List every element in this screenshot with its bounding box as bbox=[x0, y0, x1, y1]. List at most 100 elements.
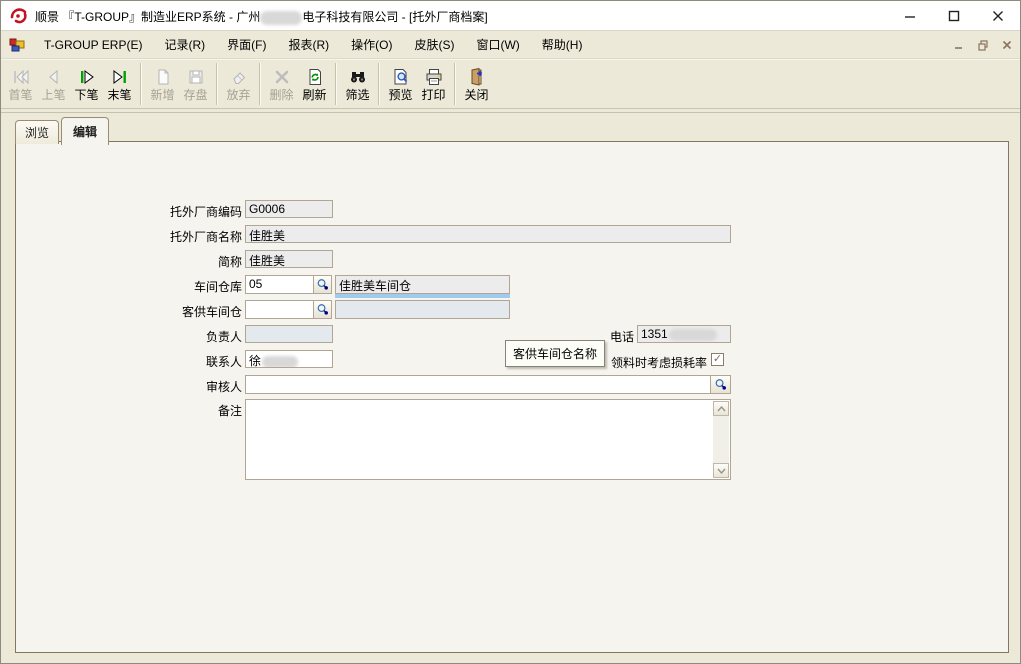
app-window: 顺景 『T-GROUP』制造业ERP系统 - 广州电子科技有限公司 - [托外厂… bbox=[0, 0, 1021, 664]
magnifier-icon bbox=[714, 378, 727, 391]
customer-workshop-label: 客供车间仓 bbox=[22, 303, 242, 320]
tab-edit[interactable]: 编辑 bbox=[61, 117, 109, 145]
discard-button: 放弃 bbox=[223, 61, 254, 107]
print-button[interactable]: 打印 bbox=[418, 61, 449, 107]
toolbar-separator bbox=[378, 63, 380, 105]
redacted-contact-name bbox=[262, 356, 298, 368]
auditor-field[interactable] bbox=[245, 375, 731, 394]
vendor-name-field[interactable]: 佳胜美 bbox=[245, 225, 731, 243]
preview-icon bbox=[391, 66, 411, 88]
save-button: 存盘 bbox=[180, 61, 211, 107]
mdi-close-icon bbox=[1002, 40, 1012, 50]
scroll-up-button[interactable] bbox=[713, 401, 729, 416]
menu-window[interactable]: 窗口(W) bbox=[465, 31, 530, 58]
menu-skin[interactable]: 皮肤(S) bbox=[403, 31, 465, 58]
minimize-button[interactable] bbox=[888, 1, 932, 30]
refresh-button[interactable]: 刷新 bbox=[299, 61, 330, 107]
workshop-warehouse-name-field[interactable]: 佳胜美车间仓 bbox=[335, 275, 510, 294]
refresh-icon bbox=[305, 66, 325, 88]
magnifier-icon bbox=[316, 303, 329, 316]
prev-record-button: 上笔 bbox=[38, 61, 69, 107]
maximize-icon bbox=[947, 9, 961, 23]
filter-button[interactable]: 筛选 bbox=[342, 61, 373, 107]
tabstrip: 浏览 编辑 bbox=[15, 117, 111, 144]
toolbar-separator bbox=[140, 63, 142, 105]
menu-report[interactable]: 报表(R) bbox=[277, 31, 340, 58]
toolbar-separator bbox=[259, 63, 261, 105]
mdi-minimize-button[interactable] bbox=[952, 38, 966, 52]
redacted-company-name bbox=[260, 11, 302, 25]
remark-scrollbar[interactable] bbox=[713, 401, 729, 478]
new-record-icon bbox=[153, 66, 173, 88]
maximize-button[interactable] bbox=[932, 1, 976, 30]
menu-record[interactable]: 记录(R) bbox=[153, 31, 216, 58]
delete-icon bbox=[272, 66, 292, 88]
menu-help[interactable]: 帮助(H) bbox=[531, 31, 594, 58]
workshop-warehouse-label: 车间仓库 bbox=[22, 278, 242, 295]
vendor-code-label: 托外厂商编码 bbox=[22, 203, 242, 220]
toolbar: 首笔 上笔 下笔 末笔 新增 存盘 bbox=[1, 59, 1020, 109]
delete-button: 删除 bbox=[266, 61, 297, 107]
menu-tgroup-erp[interactable]: T-GROUP ERP(E) bbox=[33, 31, 153, 58]
tab-browse[interactable]: 浏览 bbox=[15, 120, 59, 144]
window-title: 顺景 『T-GROUP』制造业ERP系统 - 广州电子科技有限公司 - [托外厂… bbox=[35, 8, 488, 25]
vendor-code-field[interactable]: G0006 bbox=[245, 200, 333, 218]
mdi-client-area: 浏览 编辑 托外厂商编码 G0006 托外厂商名称 佳胜美 简称 佳胜美 车间仓… bbox=[1, 112, 1020, 663]
short-name-label: 简称 bbox=[22, 253, 242, 270]
remark-label: 备注 bbox=[22, 402, 242, 419]
customer-workshop-name-field[interactable] bbox=[335, 300, 510, 319]
preview-button[interactable]: 预览 bbox=[385, 61, 416, 107]
manager-field[interactable] bbox=[245, 325, 333, 343]
next-record-button[interactable]: 下笔 bbox=[71, 61, 102, 107]
auditor-label: 审核人 bbox=[22, 378, 242, 395]
titlebar: 顺景 『T-GROUP』制造业ERP系统 - 广州电子科技有限公司 - [托外厂… bbox=[1, 1, 1020, 31]
customer-workshop-code-field[interactable] bbox=[245, 300, 332, 319]
manager-label: 负责人 bbox=[22, 328, 242, 345]
filter-icon bbox=[348, 66, 368, 88]
tooltip-customer-workshop-name: 客供车间仓名称 bbox=[505, 340, 605, 367]
last-record-button[interactable]: 末笔 bbox=[104, 61, 135, 107]
toolbar-separator bbox=[454, 63, 456, 105]
discard-icon bbox=[229, 66, 249, 88]
document-window-icon bbox=[9, 37, 25, 53]
first-record-button: 首笔 bbox=[5, 61, 36, 107]
menu-interface[interactable]: 界面(F) bbox=[216, 31, 277, 58]
chevron-down-icon bbox=[717, 468, 726, 474]
magnifier-icon bbox=[316, 278, 329, 291]
focus-highlight-bar bbox=[335, 294, 510, 298]
contact-label: 联系人 bbox=[22, 353, 242, 370]
contact-field[interactable]: 徐 bbox=[245, 350, 333, 368]
edit-tab-page: 托外厂商编码 G0006 托外厂商名称 佳胜美 简称 佳胜美 车间仓库 05 佳… bbox=[15, 141, 1009, 653]
close-button[interactable] bbox=[976, 1, 1020, 30]
shunjing-logo-icon bbox=[9, 6, 29, 26]
new-record-button: 新增 bbox=[147, 61, 178, 107]
print-icon bbox=[424, 66, 444, 88]
toolbar-separator bbox=[216, 63, 218, 105]
minimize-icon bbox=[903, 9, 917, 23]
mdi-restore-button[interactable] bbox=[976, 38, 990, 52]
close-window-icon bbox=[467, 66, 487, 88]
close-form-button[interactable]: 关闭 bbox=[461, 61, 492, 107]
toolbar-separator bbox=[335, 63, 337, 105]
vendor-name-label: 托外厂商名称 bbox=[22, 228, 242, 245]
mdi-window-controls bbox=[952, 31, 1014, 59]
scroll-down-button[interactable] bbox=[713, 463, 729, 478]
workshop-warehouse-lookup-button[interactable] bbox=[313, 276, 331, 293]
phone-field[interactable]: 1351 bbox=[637, 325, 731, 343]
first-record-icon bbox=[11, 66, 31, 88]
menubar: T-GROUP ERP(E) 记录(R) 界面(F) 报表(R) 操作(O) 皮… bbox=[1, 31, 1020, 59]
prev-record-icon bbox=[44, 66, 64, 88]
save-icon bbox=[186, 66, 206, 88]
short-name-field[interactable]: 佳胜美 bbox=[245, 250, 333, 268]
remark-textarea[interactable] bbox=[245, 399, 731, 480]
loss-rate-checkbox[interactable]: ✓ bbox=[711, 353, 724, 366]
close-icon bbox=[991, 9, 1005, 23]
redacted-phone bbox=[669, 329, 717, 341]
last-record-icon bbox=[110, 66, 130, 88]
auditor-lookup-button[interactable] bbox=[710, 376, 730, 393]
mdi-minimize-icon bbox=[954, 40, 964, 50]
mdi-close-button[interactable] bbox=[1000, 38, 1014, 52]
customer-workshop-lookup-button[interactable] bbox=[313, 301, 331, 318]
workshop-warehouse-code-field[interactable]: 05 bbox=[245, 275, 332, 294]
menu-operation[interactable]: 操作(O) bbox=[340, 31, 403, 58]
